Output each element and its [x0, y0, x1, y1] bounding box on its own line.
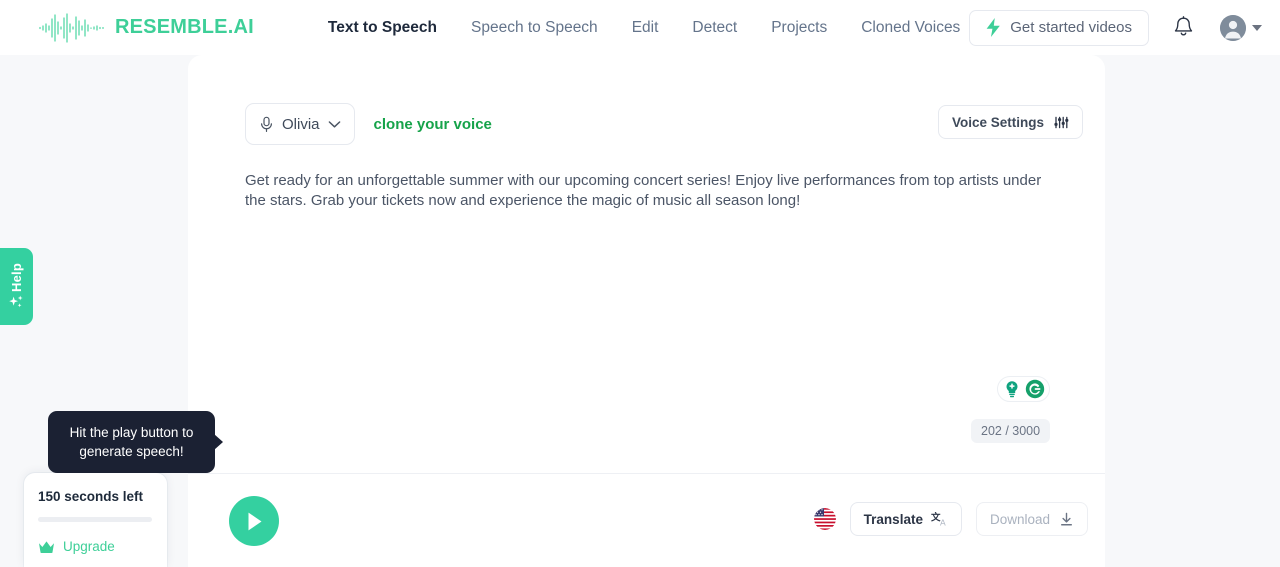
nav-item-text-to-speech[interactable]: Text to Speech — [311, 0, 454, 55]
microphone-icon — [259, 116, 274, 133]
upgrade-button[interactable]: Upgrade — [38, 539, 153, 554]
nav-item-edit[interactable]: Edit — [615, 0, 676, 55]
character-counter: 202 / 3000 — [971, 419, 1050, 443]
crown-icon — [38, 540, 55, 554]
help-tab[interactable]: Help — [0, 248, 33, 325]
voice-settings-label: Voice Settings — [952, 115, 1044, 130]
get-started-videos-button[interactable]: Get started videos — [969, 10, 1149, 46]
nav-item-cloned-voices[interactable]: Cloned Voices — [844, 0, 977, 55]
translate-button[interactable]: Translate 文 A — [850, 502, 962, 536]
notification-bell-icon — [1173, 16, 1194, 39]
svg-text:A: A — [940, 517, 946, 526]
notifications-button[interactable] — [1162, 7, 1204, 49]
play-button-tooltip: Hit the play button to generate speech! — [48, 411, 215, 473]
clone-your-voice-link[interactable]: clone your voice — [374, 116, 492, 133]
waveform-icon — [38, 13, 106, 43]
translate-label: Translate — [864, 512, 923, 527]
upgrade-label: Upgrade — [63, 539, 115, 554]
user-avatar-icon — [1220, 15, 1246, 41]
header-actions: Get started videos — [969, 0, 1266, 55]
sparkles-icon — [8, 295, 25, 310]
main-nav: Text to Speech Speech to Speech Edit Det… — [311, 0, 977, 55]
usage-progress-bar — [38, 517, 152, 522]
nav-item-speech-to-speech[interactable]: Speech to Speech — [454, 0, 615, 55]
play-icon — [245, 511, 264, 532]
voice-selector-label: Olivia — [282, 116, 320, 133]
download-arrow-icon — [1059, 512, 1074, 527]
usage-upgrade-card: 150 seconds left Upgrade — [24, 473, 167, 567]
seconds-left-label: 150 seconds left — [38, 489, 153, 504]
chevron-down-icon — [1252, 25, 1262, 31]
sliders-icon — [1054, 116, 1069, 129]
brand-logo[interactable]: RESEMBLE.AI — [38, 13, 254, 43]
user-menu[interactable] — [1220, 15, 1262, 41]
voice-controls-row: Olivia clone your voice — [245, 103, 492, 145]
brand-name: RESEMBLE.AI — [115, 16, 254, 39]
translate-icon: 文 A — [931, 512, 948, 527]
chevron-down-icon — [328, 120, 341, 129]
text-to-speech-input[interactable]: Get ready for an unforgettable summer wi… — [245, 171, 1045, 210]
assistant-icons-group — [997, 376, 1050, 402]
grammarly-g-icon[interactable] — [1025, 379, 1045, 399]
editor-bottom-toolbar: Translate 文 A Download — [188, 474, 1105, 567]
download-label: Download — [990, 512, 1050, 527]
lightning-bolt-icon — [986, 18, 1001, 37]
us-flag-icon[interactable] — [814, 508, 836, 530]
lightbulb-plus-icon[interactable] — [1002, 379, 1022, 399]
top-navigation-bar: RESEMBLE.AI Text to Speech Speech to Spe… — [0, 0, 1280, 55]
tts-editor-card: Olivia clone your voice Voice Settings — [188, 55, 1105, 567]
help-tab-label: Help — [9, 263, 24, 292]
app-root: RESEMBLE.AI Text to Speech Speech to Spe… — [0, 0, 1280, 567]
get-started-videos-label: Get started videos — [1010, 19, 1132, 36]
voice-settings-button[interactable]: Voice Settings — [938, 105, 1083, 139]
bottom-toolbar-actions: Translate 文 A Download — [814, 502, 1088, 536]
voice-selector[interactable]: Olivia — [245, 103, 355, 145]
download-button[interactable]: Download — [976, 502, 1088, 536]
editor-area: Olivia clone your voice Voice Settings — [188, 55, 1105, 473]
play-generate-button[interactable] — [229, 496, 279, 546]
nav-item-detect[interactable]: Detect — [675, 0, 754, 55]
nav-item-projects[interactable]: Projects — [754, 0, 844, 55]
